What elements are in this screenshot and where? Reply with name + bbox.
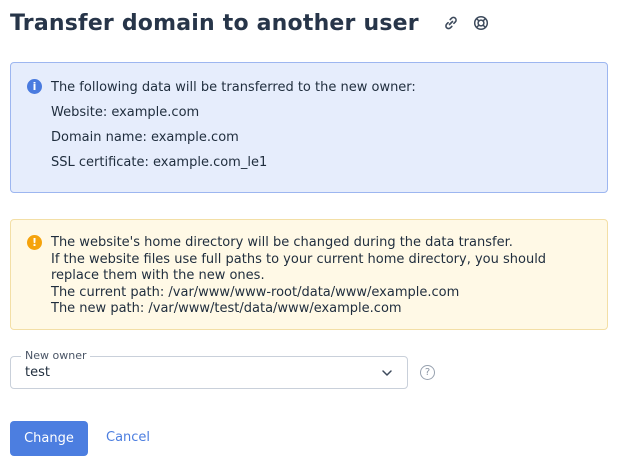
info-message-box: i The following data will be transferred… xyxy=(10,62,608,193)
cancel-button[interactable]: Cancel xyxy=(106,430,150,445)
warning-line-replace: If the website files use full paths to y… xyxy=(51,251,547,284)
link-icon[interactable] xyxy=(442,14,460,32)
warning-message-box: ! The website's home directory will be c… xyxy=(10,219,608,330)
info-line-ssl: SSL certificate: example.com_le1 xyxy=(51,155,268,170)
change-button[interactable]: Change xyxy=(10,421,88,456)
new-owner-label: New owner xyxy=(21,349,91,363)
question-help-icon[interactable]: ? xyxy=(420,365,435,380)
new-owner-value: test xyxy=(25,365,50,380)
new-owner-select[interactable]: New owner test xyxy=(10,349,408,389)
info-line-website: Website: example.com xyxy=(51,105,200,120)
warning-icon: ! xyxy=(27,235,42,250)
warning-line-current-path: The current path: /var/www/www-root/data… xyxy=(51,284,460,300)
page-title: Transfer domain to another user xyxy=(10,10,419,36)
info-line-domain: Domain name: example.com xyxy=(51,130,239,145)
info-icon: i xyxy=(27,79,42,94)
chevron-down-icon xyxy=(382,370,392,376)
warning-message-lines: The website's home directory will be cha… xyxy=(51,235,589,318)
header: Transfer domain to another user xyxy=(10,6,490,40)
warning-line-change: The website's home directory will be cha… xyxy=(51,235,513,250)
transfer-domain-page: Transfer domain to another user i The fo… xyxy=(0,0,621,466)
info-message-lines: The following data will be transferred t… xyxy=(51,79,416,179)
warning-line-new-path: The new path: /var/www/test/data/www/exa… xyxy=(51,301,402,316)
info-line-intro: The following data will be transferred t… xyxy=(51,80,416,95)
lifebuoy-help-icon[interactable] xyxy=(472,14,490,32)
